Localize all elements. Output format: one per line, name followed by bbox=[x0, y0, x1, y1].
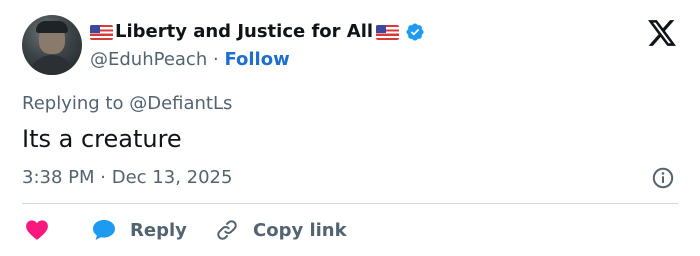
timestamp[interactable]: 3:38 PM · Dec 13, 2025 bbox=[22, 166, 232, 190]
separator-dot: · bbox=[212, 49, 219, 70]
replying-to-handle[interactable]: @DefiantLs bbox=[129, 93, 232, 114]
us-flag-icon bbox=[90, 24, 113, 40]
divider bbox=[22, 203, 678, 204]
x-logo-icon[interactable] bbox=[648, 20, 676, 46]
heart-icon bbox=[26, 220, 48, 240]
author-handle[interactable]: @EduhPeach bbox=[90, 49, 207, 70]
reply-label: Reply bbox=[130, 219, 187, 241]
copy-link-label: Copy link bbox=[253, 219, 347, 241]
tweet-card: Liberty and Justice for All @EduhPeach ·… bbox=[0, 0, 700, 256]
replying-to-line: Replying to @DefiantLs bbox=[22, 92, 232, 116]
speech-bubble-icon bbox=[93, 220, 115, 240]
tweet-time: 3:38 PM bbox=[22, 167, 95, 188]
replying-to-prefix: Replying to bbox=[22, 93, 124, 114]
separator-dot: · bbox=[100, 167, 106, 188]
reply-button[interactable]: Reply bbox=[92, 216, 187, 244]
info-icon[interactable] bbox=[651, 166, 675, 190]
copy-link-button[interactable]: Copy link bbox=[215, 216, 347, 244]
link-icon bbox=[217, 220, 237, 240]
us-flag-icon bbox=[376, 24, 400, 40]
author-display-name[interactable]: Liberty and Justice for All bbox=[115, 20, 373, 44]
author-name-row[interactable]: Liberty and Justice for All bbox=[90, 20, 425, 44]
verified-badge-icon bbox=[406, 23, 424, 41]
author-handle-row: @EduhPeach · Follow bbox=[90, 48, 290, 72]
follow-button[interactable]: Follow bbox=[224, 49, 289, 70]
tweet-text: Its a creature bbox=[22, 125, 182, 153]
tweet-date: Dec 13, 2025 bbox=[111, 167, 233, 188]
avatar[interactable] bbox=[22, 15, 82, 75]
like-button[interactable] bbox=[26, 216, 48, 244]
